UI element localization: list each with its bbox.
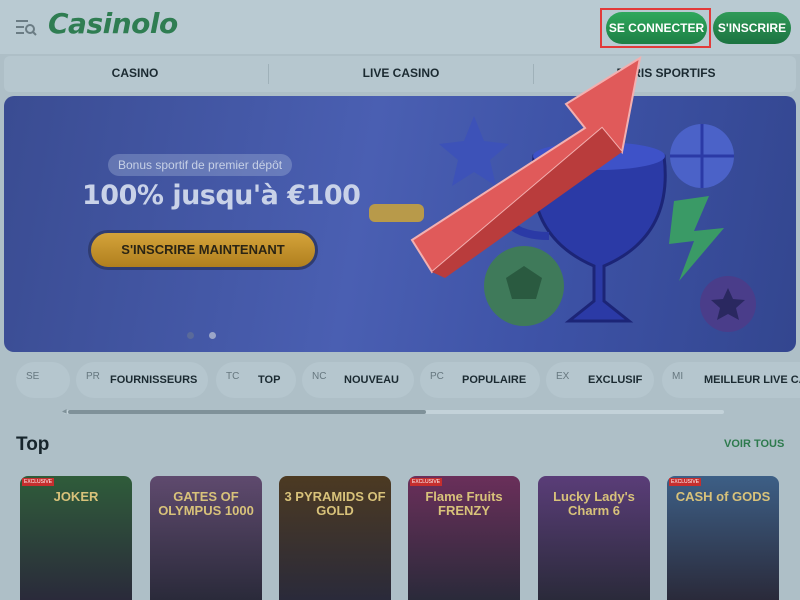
game-badge: EXCLUSIVE <box>669 478 702 486</box>
category-search[interactable]: SE <box>16 362 70 398</box>
signup-now-button[interactable]: S'INSCRIRE MAINTENANT <box>88 230 318 270</box>
nav-live-casino[interactable]: LIVE CASINO <box>270 56 532 92</box>
section-title: Top <box>16 434 50 455</box>
login-highlight-box <box>600 8 711 48</box>
category-label: NOUVEAU <box>344 374 400 386</box>
category-scrollbar-thumb[interactable] <box>68 410 426 414</box>
sports-trophy-illustration <box>369 116 756 332</box>
game-title: Lucky Lady's Charm 6 <box>553 489 635 518</box>
game-card[interactable]: EXCLUSIVE CASH of GODS <box>667 476 779 600</box>
category-exclusive[interactable]: EX EXCLUSIF <box>546 362 654 398</box>
bonus-title: 100% jusqu'à €100 <box>82 180 361 211</box>
category-top[interactable]: TC TOP <box>216 362 296 398</box>
game-title: 3 PYRAMIDS OF GOLD <box>284 489 386 518</box>
game-badge: EXCLUSIVE <box>410 478 443 486</box>
game-card[interactable]: EXCLUSIVE JOKER <box>20 476 132 600</box>
carousel-dot-1[interactable] <box>187 332 194 339</box>
best-live-icon: MI <box>672 371 684 382</box>
category-bar: SE PR FOURNISSEURS TC TOP NC NOUVEAU PC … <box>0 362 800 402</box>
nav-sports-betting[interactable]: PARIS SPORTIFS <box>536 56 796 92</box>
search-category-icon: SE <box>26 371 40 382</box>
nav-casino[interactable]: CASINO <box>4 56 266 92</box>
category-providers[interactable]: PR FOURNISSEURS <box>76 362 208 398</box>
exclusive-icon: EX <box>556 371 570 382</box>
game-badge: EXCLUSIVE <box>22 478 55 486</box>
game-title: GATES OF OLYMPUS 1000 <box>158 489 254 518</box>
category-popular[interactable]: PC POPULAIRE <box>420 362 540 398</box>
scroll-left-icon[interactable]: ◀ <box>62 408 67 415</box>
nav-divider <box>533 64 534 84</box>
game-title: CASH of GODS <box>675 489 771 504</box>
top-icon: TC <box>226 371 240 382</box>
category-label: TOP <box>258 374 281 386</box>
nav-divider <box>268 64 269 84</box>
category-new[interactable]: NC NOUVEAU <box>302 362 414 398</box>
category-label: POPULAIRE <box>462 374 527 386</box>
signup-button[interactable]: S'INSCRIRE <box>713 12 791 44</box>
carousel-dot-2[interactable] <box>209 332 216 339</box>
game-card[interactable]: GATES OF OLYMPUS 1000 <box>150 476 262 600</box>
game-card[interactable]: 3 PYRAMIDS OF GOLD <box>279 476 391 600</box>
main-nav: CASINO LIVE CASINO PARIS SPORTIFS <box>4 56 796 92</box>
game-card[interactable]: EXCLUSIVE Flame Fruits FRENZY <box>408 476 520 600</box>
see-all-link[interactable]: VOIR TOUS <box>724 438 784 450</box>
providers-icon: PR <box>86 371 100 382</box>
game-title: Flame Fruits FRENZY <box>425 489 503 518</box>
category-label: MEILLEUR LIVE CA <box>704 374 800 386</box>
game-card[interactable]: Lucky Lady's Charm 6 <box>538 476 650 600</box>
category-best-live[interactable]: MI MEILLEUR LIVE CA <box>662 362 800 398</box>
new-icon: NC <box>312 371 327 382</box>
category-label: EXCLUSIF <box>588 374 643 386</box>
site-logo[interactable]: Casinolo <box>48 7 178 40</box>
game-title: JOKER <box>53 489 99 504</box>
promo-banner[interactable]: Bonus sportif de premier dépôt 100% jusq… <box>4 96 796 352</box>
bonus-subtitle: Bonus sportif de premier dépôt <box>108 154 293 176</box>
category-label: FOURNISSEURS <box>110 374 198 386</box>
menu-search-icon[interactable] <box>14 16 38 38</box>
site-header: Casinolo SE CONNECTER S'INSCRIRE <box>0 0 800 54</box>
popular-icon: PC <box>430 371 444 382</box>
